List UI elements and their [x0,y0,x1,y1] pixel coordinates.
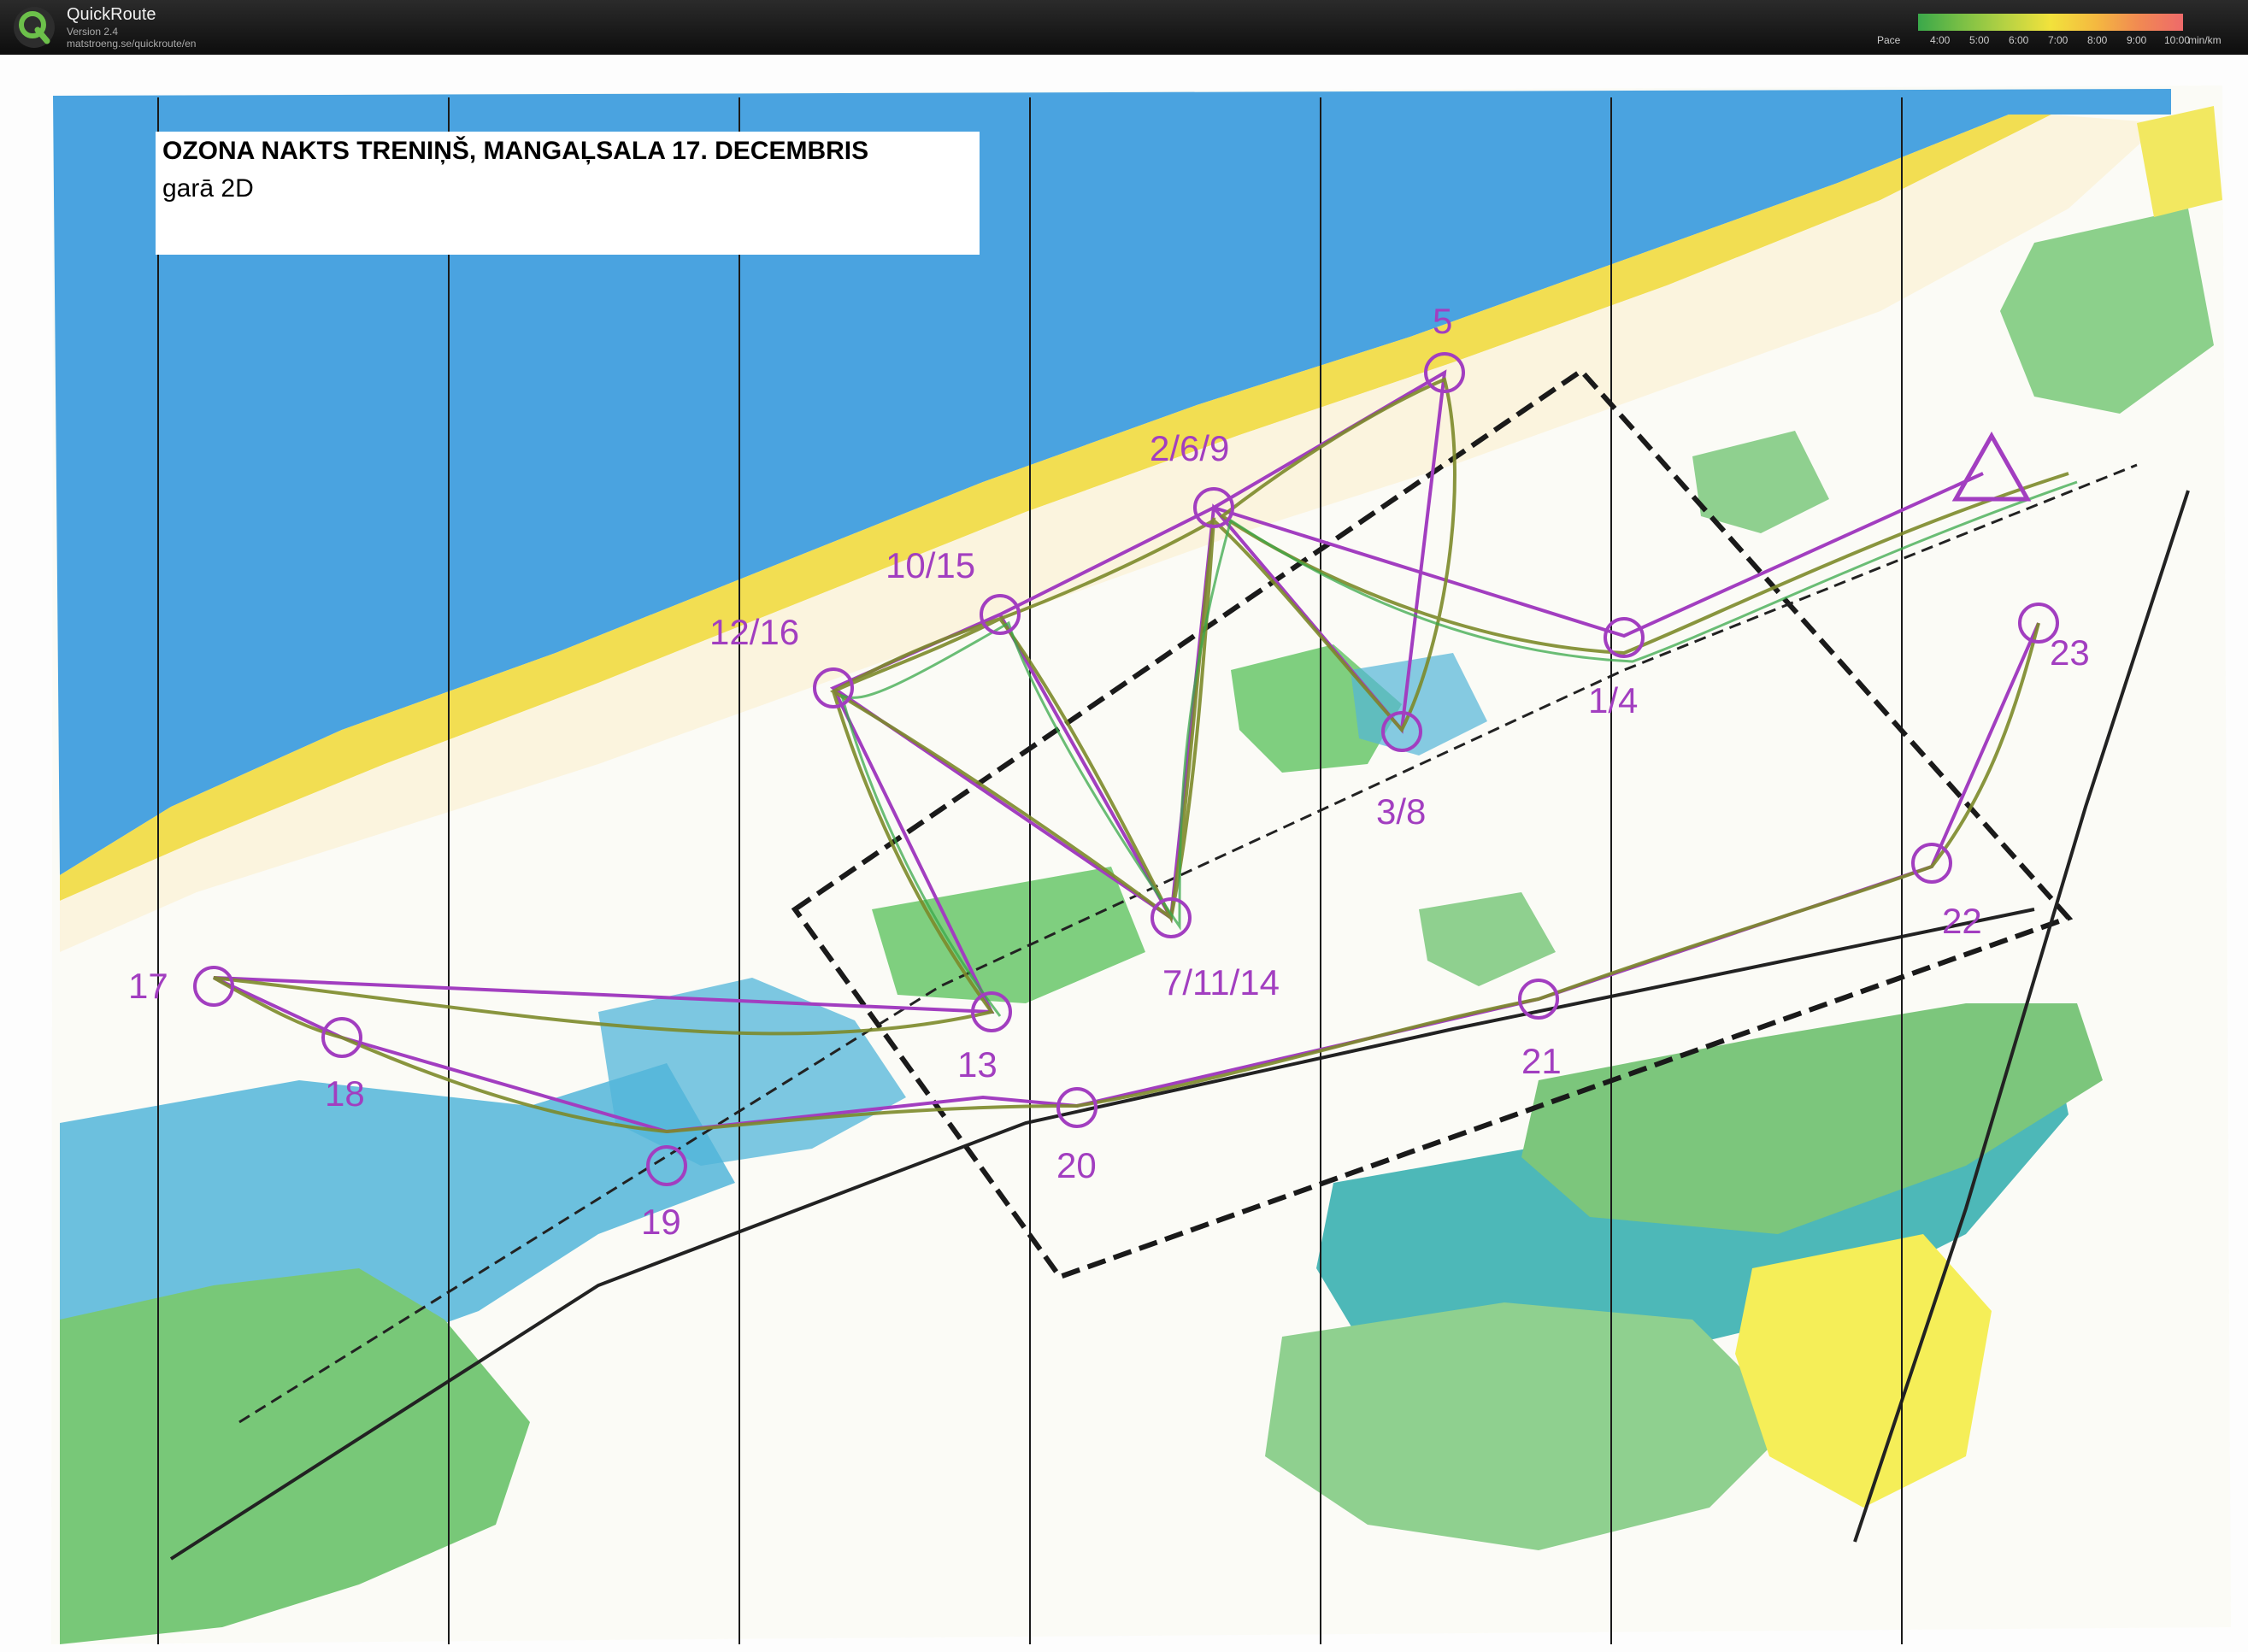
control-label: 20 [1056,1145,1097,1185]
app-name: QuickRoute [67,5,156,24]
control-label: 12/16 [709,612,799,652]
control-label: 19 [641,1202,681,1242]
pace-tick: 8:00 [2087,34,2108,46]
pace-tick: 4:00 [1930,34,1951,46]
control-label: 7/11/14 [1162,962,1280,1002]
quickroute-logo-icon [14,7,55,48]
map-title: OZONA NAKTS TRENIŅŠ, MANGAĻSALA 17. DECE… [162,137,869,165]
control-label: 1/4 [1588,680,1638,720]
pace-tick: 5:00 [1969,34,1990,46]
control-label: 23 [2050,632,2090,673]
control-label: 17 [128,966,168,1006]
quickroute-window: QuickRoute Version 2.4 matstroeng.se/qui… [0,0,2248,1652]
control-label: 2/6/9 [1150,428,1229,468]
pace-color-scale [1918,14,2183,31]
control-label: 22 [1942,901,1982,941]
pace-legend-unit: min/km [2188,34,2222,46]
pace-tick: 6:00 [2009,34,2029,46]
control-label: 3/8 [1376,791,1426,832]
pace-tick: 7:00 [2048,34,2069,46]
map-canvas[interactable]: 1/4 2/6/9 3/8 5 7/11/14 10/15 12/16 13 1… [0,55,2248,1652]
pace-tick: 10:00 [2164,34,2191,46]
title-bar: QuickRoute Version 2.4 matstroeng.se/qui… [0,0,2248,55]
pace-legend-label: Pace [1877,34,1901,46]
control-label: 5 [1433,301,1452,341]
map-title-box: OZONA NAKTS TRENIŅŠ, MANGAĻSALA 17. DECE… [156,132,980,255]
map-subtitle: garā 2D [162,174,254,203]
app-url: matstroeng.se/quickroute/en [67,38,197,50]
control-label: 21 [1521,1041,1562,1081]
control-label: 10/15 [886,545,975,585]
pace-tick: 9:00 [2127,34,2147,46]
control-label: 13 [957,1044,997,1085]
app-version: Version 2.4 [67,26,119,38]
control-label: 18 [325,1073,365,1114]
orienteering-map[interactable]: 1/4 2/6/9 3/8 5 7/11/14 10/15 12/16 13 1… [0,55,2248,1652]
